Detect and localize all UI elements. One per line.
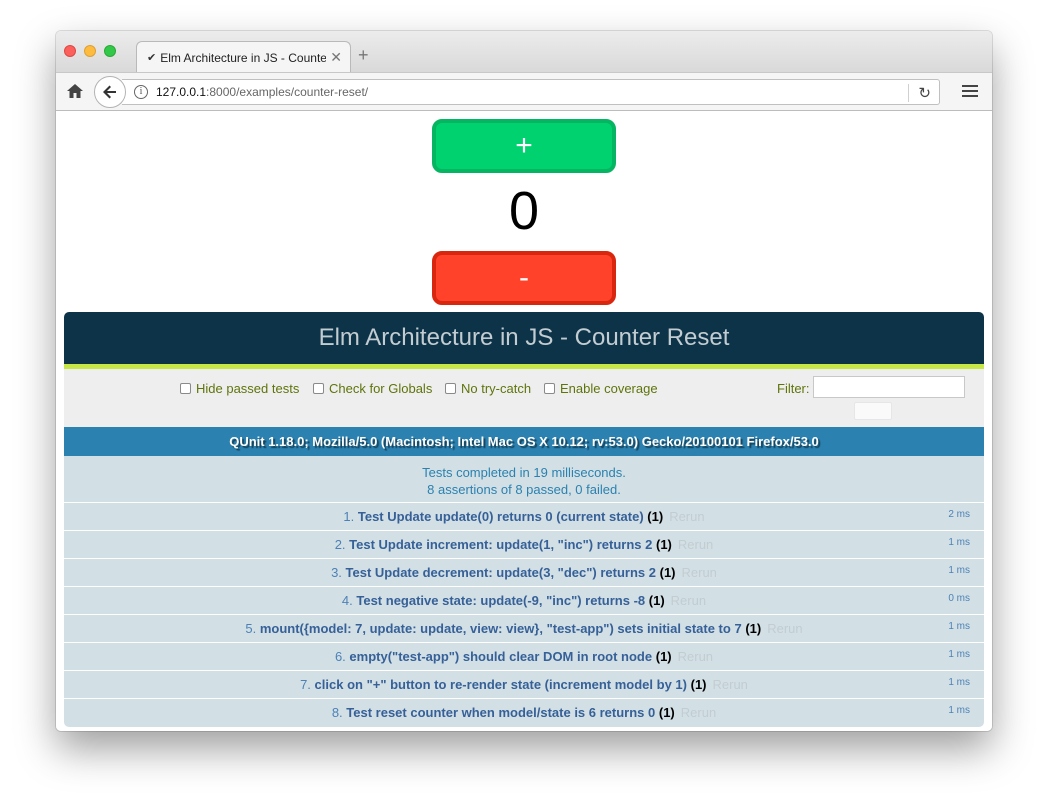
tab-check-icon: ✔ — [147, 52, 157, 64]
filter-input[interactable] — [813, 376, 965, 398]
rerun-link[interactable]: Rerun — [767, 621, 802, 636]
rerun-link[interactable]: Rerun — [678, 537, 713, 552]
test-duration: 1 ms — [948, 621, 970, 632]
counter-value: 0 — [508, 181, 540, 241]
filter-go-button[interactable] — [854, 402, 892, 420]
test-summary: Tests completed in 19 milliseconds. 8 as… — [64, 456, 984, 503]
rerun-link[interactable]: Rerun — [678, 649, 713, 664]
test-duration: 1 ms — [948, 537, 970, 548]
test-duration: 0 ms — [948, 593, 970, 604]
browser-tab[interactable]: ✔ Elm Architecture in JS - Counter Reset… — [136, 41, 351, 73]
no-try-catch-option[interactable]: No try-catch — [445, 381, 531, 396]
browser-window: ✔ Elm Architecture in JS - Counter Reset… — [56, 31, 992, 731]
test-assertion-count: (1) — [648, 593, 665, 608]
qunit-header[interactable]: Elm Architecture in JS - Counter Reset — [64, 312, 984, 369]
test-row[interactable]: 1. Test Update update(0) returns 0 (curr… — [64, 503, 984, 531]
navigation-bar: i 127.0.0.1:8000/examples/counter-reset/… — [56, 72, 992, 111]
rerun-link[interactable]: Rerun — [713, 677, 748, 692]
test-name[interactable]: Test Update decrement: update(3, "dec") … — [346, 565, 656, 580]
summary-time: Tests completed in 19 milliseconds. — [422, 465, 626, 480]
test-name[interactable]: click on "+" button to re-render state (… — [315, 677, 687, 692]
tab-title: Elm Architecture in JS - Counter Reset — [160, 50, 327, 65]
tab-close-icon[interactable]: ✕ — [330, 49, 342, 66]
filter-label: Filter: — [777, 381, 810, 396]
url-path: :8000/examples/counter-reset/ — [206, 85, 369, 99]
test-assertion-count: (1) — [655, 649, 672, 664]
test-number: 2. — [334, 537, 346, 552]
url-host: 127.0.0.1 — [156, 85, 207, 99]
hide-passed-checkbox[interactable] — [180, 383, 191, 394]
home-icon[interactable] — [66, 82, 84, 100]
rerun-link[interactable]: Rerun — [681, 705, 716, 720]
test-name[interactable]: Test Update increment: update(1, "inc") … — [349, 537, 652, 552]
qunit-title[interactable]: Elm Architecture in JS - Counter Reset — [319, 324, 730, 351]
test-number: 4. — [341, 593, 353, 608]
rerun-link[interactable]: Rerun — [682, 565, 717, 580]
rerun-link[interactable]: Rerun — [669, 509, 704, 524]
page-content: + 0 - Elm Architecture in JS - Counter R… — [56, 111, 992, 731]
test-assertion-count: (1) — [647, 509, 664, 524]
check-globals-checkbox[interactable] — [313, 383, 324, 394]
title-bar: ✔ Elm Architecture in JS - Counter Reset… — [56, 31, 992, 73]
test-name[interactable]: Test negative state: update(-9, "inc") r… — [356, 593, 645, 608]
increment-button[interactable]: + — [432, 119, 616, 173]
test-duration: 1 ms — [948, 677, 970, 688]
no-try-catch-label: No try-catch — [461, 381, 532, 396]
back-arrow-icon — [103, 85, 116, 99]
test-name[interactable]: mount({model: 7, update: update, view: v… — [260, 621, 742, 636]
close-window-button[interactable] — [64, 45, 76, 57]
back-button[interactable] — [94, 76, 126, 108]
test-number: 1. — [343, 509, 355, 524]
test-name[interactable]: Test reset counter when model/state is 6… — [346, 705, 655, 720]
check-globals-label: Check for Globals — [329, 381, 433, 396]
enable-coverage-option[interactable]: Enable coverage — [544, 381, 658, 396]
rerun-link[interactable]: Rerun — [671, 593, 706, 608]
new-tab-icon[interactable]: + — [358, 45, 369, 66]
decrement-button[interactable]: - — [432, 251, 616, 305]
test-assertion-count: (1) — [690, 677, 707, 692]
test-duration: 1 ms — [948, 705, 970, 716]
test-row[interactable]: 5. mount({model: 7, update: update, view… — [64, 615, 984, 643]
info-icon[interactable]: i — [134, 85, 148, 99]
test-duration: 1 ms — [948, 649, 970, 660]
test-row[interactable]: 7. click on "+" button to re-render stat… — [64, 671, 984, 699]
url-divider — [908, 84, 909, 102]
enable-coverage-checkbox[interactable] — [544, 383, 555, 394]
url-bar[interactable]: i 127.0.0.1:8000/examples/counter-reset/… — [122, 79, 940, 105]
summary-assertions: 8 assertions of 8 passed, 0 failed. — [427, 482, 621, 497]
reload-icon[interactable]: ↻ — [918, 84, 931, 102]
hamburger-menu-icon[interactable] — [962, 83, 978, 99]
test-row[interactable]: 4. Test negative state: update(-9, "inc"… — [64, 587, 984, 615]
qunit-panel: Elm Architecture in JS - Counter Reset H… — [64, 312, 984, 727]
test-name[interactable]: Test Update update(0) returns 0 (current… — [358, 509, 644, 524]
test-number: 6. — [334, 649, 346, 664]
test-row[interactable]: 3. Test Update decrement: update(3, "dec… — [64, 559, 984, 587]
user-agent: QUnit 1.18.0; Mozilla/5.0 (Macintosh; In… — [64, 427, 984, 456]
enable-coverage-label: Enable coverage — [560, 381, 658, 396]
test-assertion-count: (1) — [659, 565, 676, 580]
test-row[interactable]: 6. empty("test-app") should clear DOM in… — [64, 643, 984, 671]
no-try-catch-checkbox[interactable] — [445, 383, 456, 394]
test-number: 7. — [300, 677, 311, 692]
test-assertion-count: (1) — [655, 537, 672, 552]
test-duration: 1 ms — [948, 565, 970, 576]
minimize-window-button[interactable] — [84, 45, 96, 57]
test-assertion-count: (1) — [658, 705, 675, 720]
test-number: 8. — [331, 705, 343, 720]
test-row[interactable]: 8. Test reset counter when model/state i… — [64, 699, 984, 727]
qunit-toolbar: Hide passed tests Check for Globals No t… — [64, 369, 984, 427]
test-number: 3. — [331, 565, 342, 580]
test-assertion-count: (1) — [745, 621, 762, 636]
check-globals-option[interactable]: Check for Globals — [313, 381, 432, 396]
test-name[interactable]: empty("test-app") should clear DOM in ro… — [349, 649, 652, 664]
test-list: 1. Test Update update(0) returns 0 (curr… — [64, 503, 984, 727]
test-duration: 2 ms — [948, 509, 970, 520]
hide-passed-option[interactable]: Hide passed tests — [180, 381, 299, 396]
zoom-window-button[interactable] — [104, 45, 116, 57]
test-number: 5. — [245, 621, 257, 636]
hide-passed-label: Hide passed tests — [196, 381, 300, 396]
test-row[interactable]: 2. Test Update increment: update(1, "inc… — [64, 531, 984, 559]
